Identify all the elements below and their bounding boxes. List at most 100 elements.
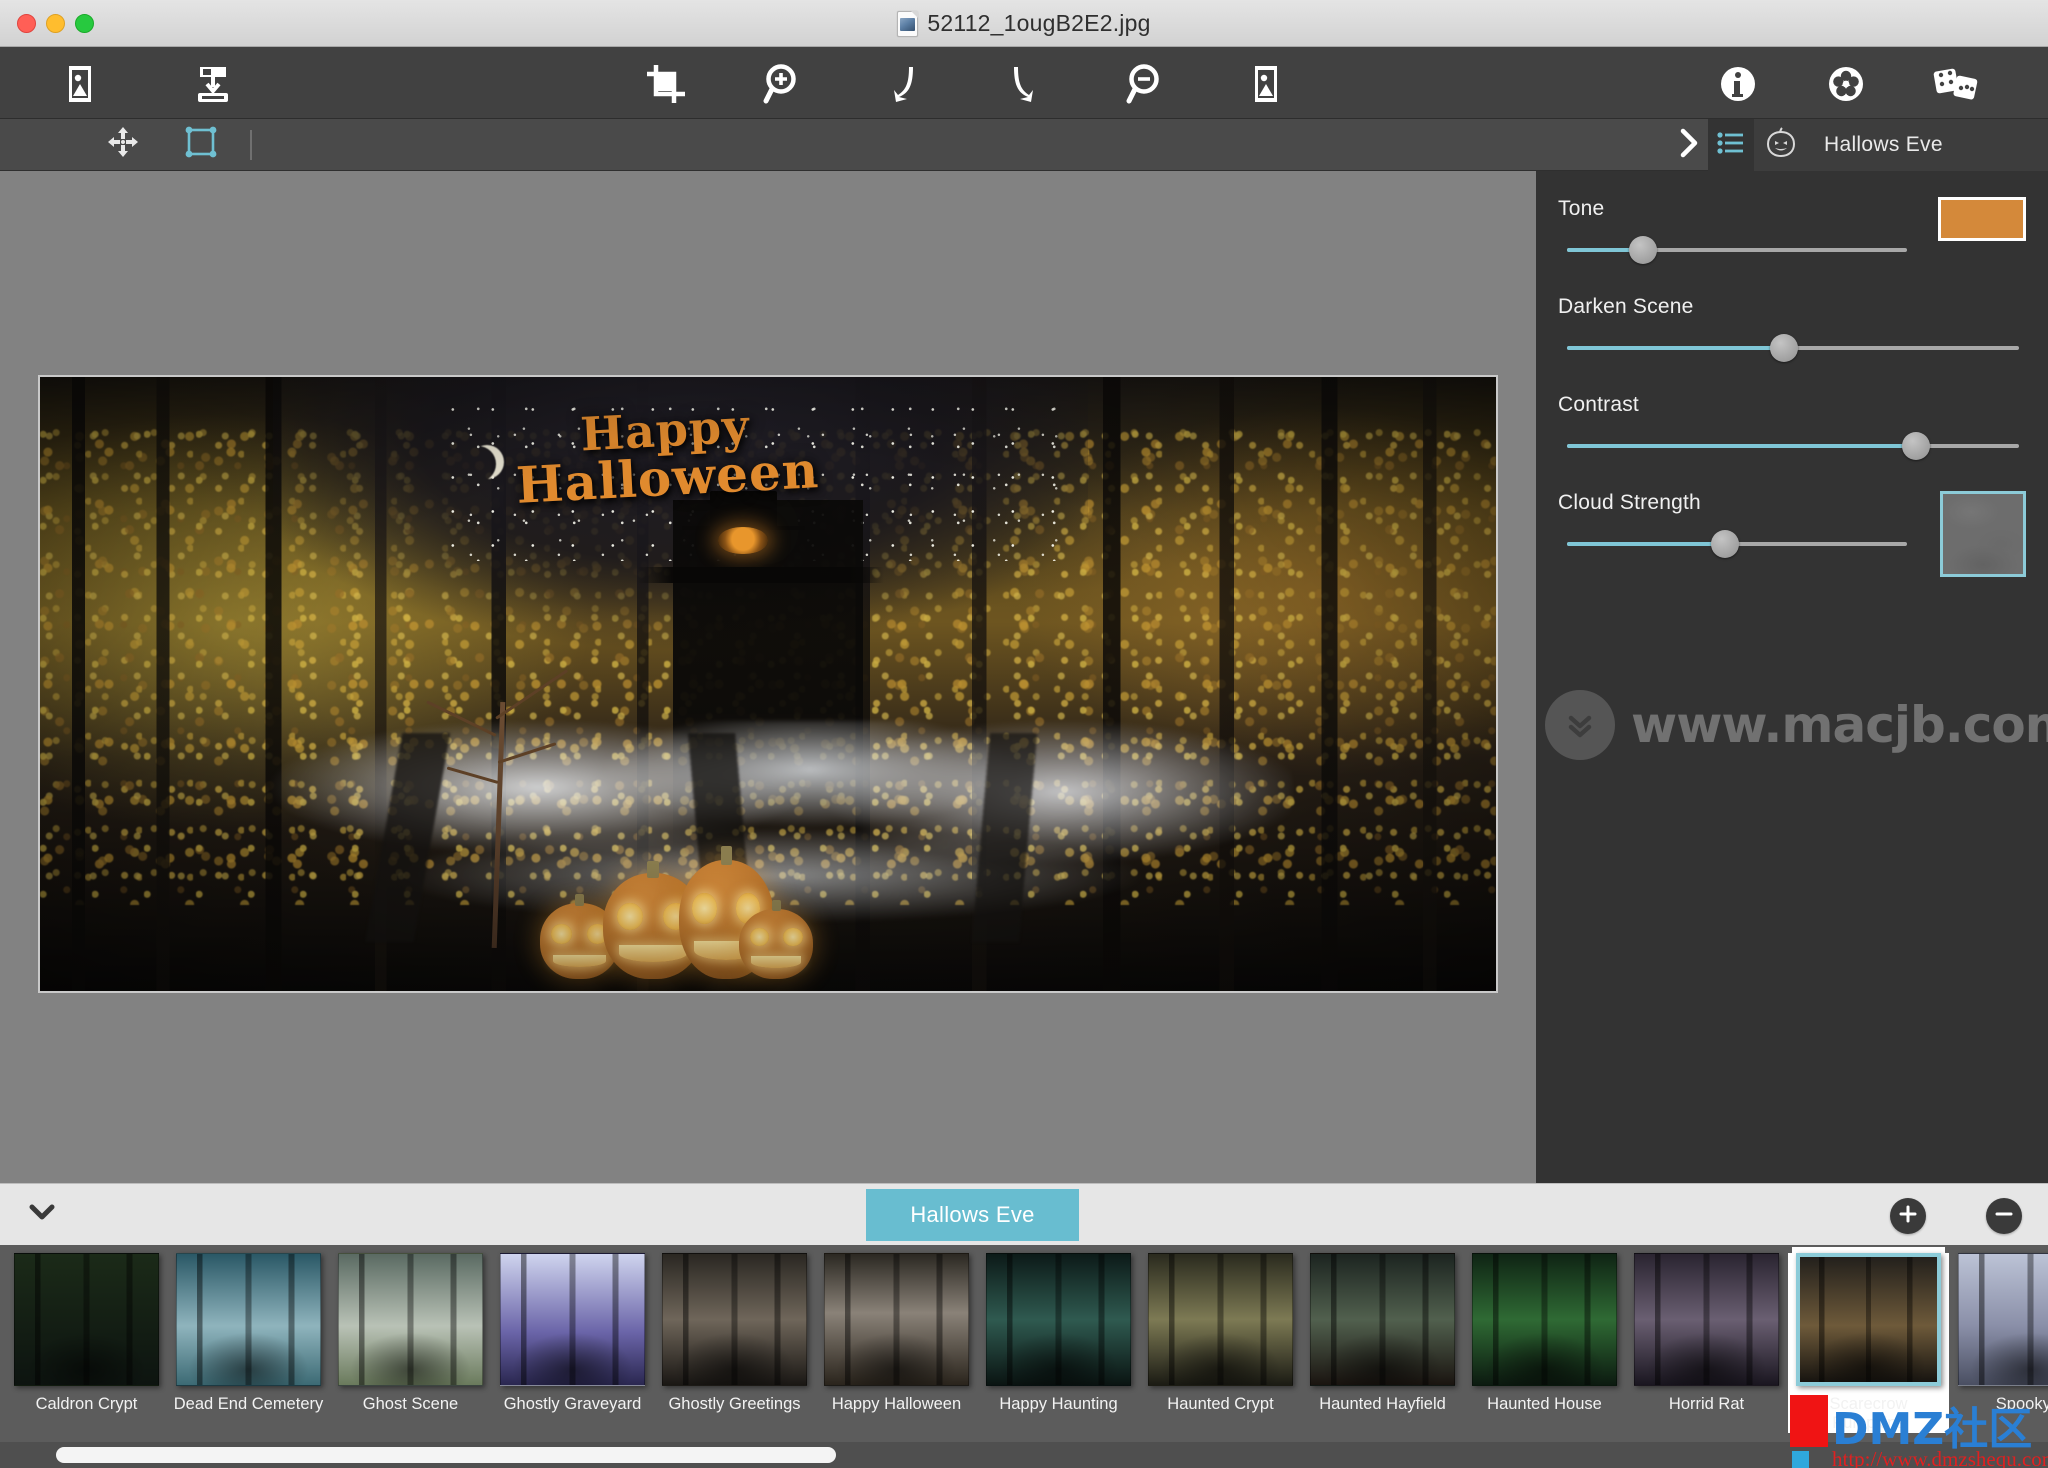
filmstrip-item[interactable]: Haunted Hayfield xyxy=(1302,1253,1463,1433)
image-open-icon xyxy=(58,64,102,104)
filmstrip-item[interactable]: Happy Halloween xyxy=(816,1253,977,1433)
scrollbar-thumb[interactable] xyxy=(56,1447,836,1463)
filmstrip-item[interactable]: Ghostly Graveyard xyxy=(492,1253,653,1433)
chevron-down-icon xyxy=(27,1202,57,1227)
thumbnail-label: Haunted Hayfield xyxy=(1319,1395,1446,1413)
filmstrip-item[interactable]: Ghost Scene xyxy=(330,1253,491,1433)
thumbnail-detail xyxy=(1311,1254,1454,1385)
effects-button[interactable] xyxy=(1818,59,1874,109)
thumbnail-image[interactable] xyxy=(176,1253,321,1386)
thumbnail-image[interactable] xyxy=(986,1253,1131,1386)
filmstrip-items: Caldron Crypt Dead End Cemetery Ghost Scen… xyxy=(6,1247,2048,1433)
rotate-left-icon xyxy=(883,63,923,105)
filmstrip-scrollbar[interactable] xyxy=(0,1442,2048,1468)
thumbnail-label: Happy Halloween xyxy=(831,1395,962,1413)
add-preset-button[interactable] xyxy=(1890,1198,1926,1234)
filmstrip-item[interactable]: Ghostly Greetings xyxy=(654,1253,815,1433)
open-image-button[interactable] xyxy=(52,59,108,109)
edited-photo[interactable]: Happy Halloween xyxy=(38,375,1498,993)
zoom-in-button[interactable] xyxy=(755,59,811,109)
preset-filmstrip[interactable]: Caldron Crypt Dead End Cemetery Ghost Scen… xyxy=(0,1245,2048,1468)
rotate-right-icon xyxy=(1004,63,1044,105)
list-icon xyxy=(1717,131,1745,160)
rotate-right-button[interactable] xyxy=(996,59,1052,109)
options-divider xyxy=(250,129,252,160)
thumbnail-image[interactable] xyxy=(662,1253,807,1386)
thumbnail-detail xyxy=(663,1254,806,1385)
bottom-bar: Hallows Eve xyxy=(0,1183,2048,1245)
thumbnail-image[interactable] xyxy=(500,1253,645,1386)
panel-header: Hallows Eve xyxy=(1708,119,2048,171)
rotate-left-button[interactable] xyxy=(875,59,931,109)
presets-list-button[interactable] xyxy=(1708,119,1754,171)
thumbnail-image[interactable] xyxy=(14,1253,159,1386)
collapse-filmstrip-button[interactable] xyxy=(0,1184,84,1246)
image-fit-icon xyxy=(1244,64,1288,104)
filmstrip-item[interactable]: Dead End Cemetery xyxy=(168,1253,329,1433)
slider-knob[interactable] xyxy=(1629,236,1657,264)
tone-color-swatch[interactable] xyxy=(1938,197,2026,241)
selection-icon xyxy=(184,125,218,164)
slider-knob[interactable] xyxy=(1711,530,1739,558)
thumbnail-image[interactable] xyxy=(824,1253,969,1386)
thumbnail-image[interactable] xyxy=(1472,1253,1617,1386)
slider-group-contrast: Contrast xyxy=(1558,393,2026,461)
cloud-texture-swatch[interactable] xyxy=(1940,491,2026,577)
contrast-slider[interactable] xyxy=(1558,431,2026,461)
zoom-button[interactable] xyxy=(75,13,94,33)
darken-scene-slider[interactable] xyxy=(1558,333,2026,363)
save-image-button[interactable] xyxy=(185,59,241,109)
slider-group-darken-scene: Darken Scene xyxy=(1558,295,2026,363)
slider-knob[interactable] xyxy=(1770,334,1798,362)
magnifier-plus-icon xyxy=(763,63,803,105)
thumbnail-image[interactable] xyxy=(1148,1253,1293,1386)
crop-button[interactable] xyxy=(637,59,693,109)
info-button[interactable] xyxy=(1710,59,1766,109)
thumbnail-label: Caldron Crypt xyxy=(35,1395,138,1413)
thumbnail-detail xyxy=(15,1254,158,1385)
fit-image-button[interactable] xyxy=(1238,59,1294,109)
thumbnail-image[interactable] xyxy=(338,1253,483,1386)
filmstrip-item[interactable]: Caldron Crypt xyxy=(6,1253,167,1433)
thumbnail-detail xyxy=(987,1254,1130,1385)
random-button[interactable] xyxy=(1928,59,1984,109)
thumbnail-detail xyxy=(339,1254,482,1385)
photo-content: Happy Halloween xyxy=(40,377,1496,991)
adjustments-panel: Tone Darken Scene Contrast Cloud Strengt… xyxy=(1536,171,2048,1183)
thumbnail-detail xyxy=(1959,1254,2048,1385)
document-icon xyxy=(897,10,919,37)
application-window: 52112_1ougB2E2.jpg Hallows Eve Tone Dark… xyxy=(0,0,2048,1468)
thumbnail-image[interactable] xyxy=(1796,1253,1941,1386)
remove-preset-button[interactable] xyxy=(1986,1198,2022,1234)
expand-options-button[interactable] xyxy=(1678,119,1700,171)
close-button[interactable] xyxy=(17,13,36,33)
selection-tool-button[interactable] xyxy=(174,124,228,166)
filmstrip-item[interactable]: Scarecrow Pumpkins xyxy=(1788,1247,1949,1433)
thumbnail-label: Ghostly Greetings xyxy=(668,1395,801,1413)
remove-icon xyxy=(1994,1204,2014,1229)
thumbnail-image[interactable] xyxy=(1634,1253,1779,1386)
minimize-button[interactable] xyxy=(46,13,65,33)
thumbnail-label: Spooky T xyxy=(1995,1395,2048,1413)
filmstrip-item[interactable]: Horrid Rat xyxy=(1626,1253,1787,1433)
filmstrip-item[interactable]: Spooky T xyxy=(1950,1253,2048,1433)
slider-label: Contrast xyxy=(1558,393,1639,416)
pumpkin-icon xyxy=(1764,126,1798,165)
slider-fill xyxy=(1567,444,1925,448)
move-tool-button[interactable] xyxy=(96,124,150,166)
tab-hallows-eve[interactable]: Hallows Eve xyxy=(866,1189,1079,1241)
image-canvas[interactable]: Happy Halloween xyxy=(0,171,1536,1183)
window-controls xyxy=(17,13,94,33)
thumbnail-label: Haunted House xyxy=(1487,1395,1602,1413)
filmstrip-item[interactable]: Haunted Crypt xyxy=(1140,1253,1301,1433)
filmstrip-item[interactable]: Haunted House xyxy=(1464,1253,1625,1433)
slider-knob[interactable] xyxy=(1902,432,1930,460)
window-title: 52112_1ougB2E2.jpg xyxy=(927,10,1151,36)
thumbnail-image[interactable] xyxy=(1310,1253,1455,1386)
filmstrip-item[interactable]: Happy Haunting xyxy=(978,1253,1139,1433)
thumbnail-label: Ghostly Graveyard xyxy=(503,1395,642,1413)
theme-icon-button[interactable] xyxy=(1754,119,1808,171)
slider-fill xyxy=(1567,346,1793,350)
zoom-out-button[interactable] xyxy=(1118,59,1174,109)
thumbnail-image[interactable] xyxy=(1958,1253,2048,1386)
